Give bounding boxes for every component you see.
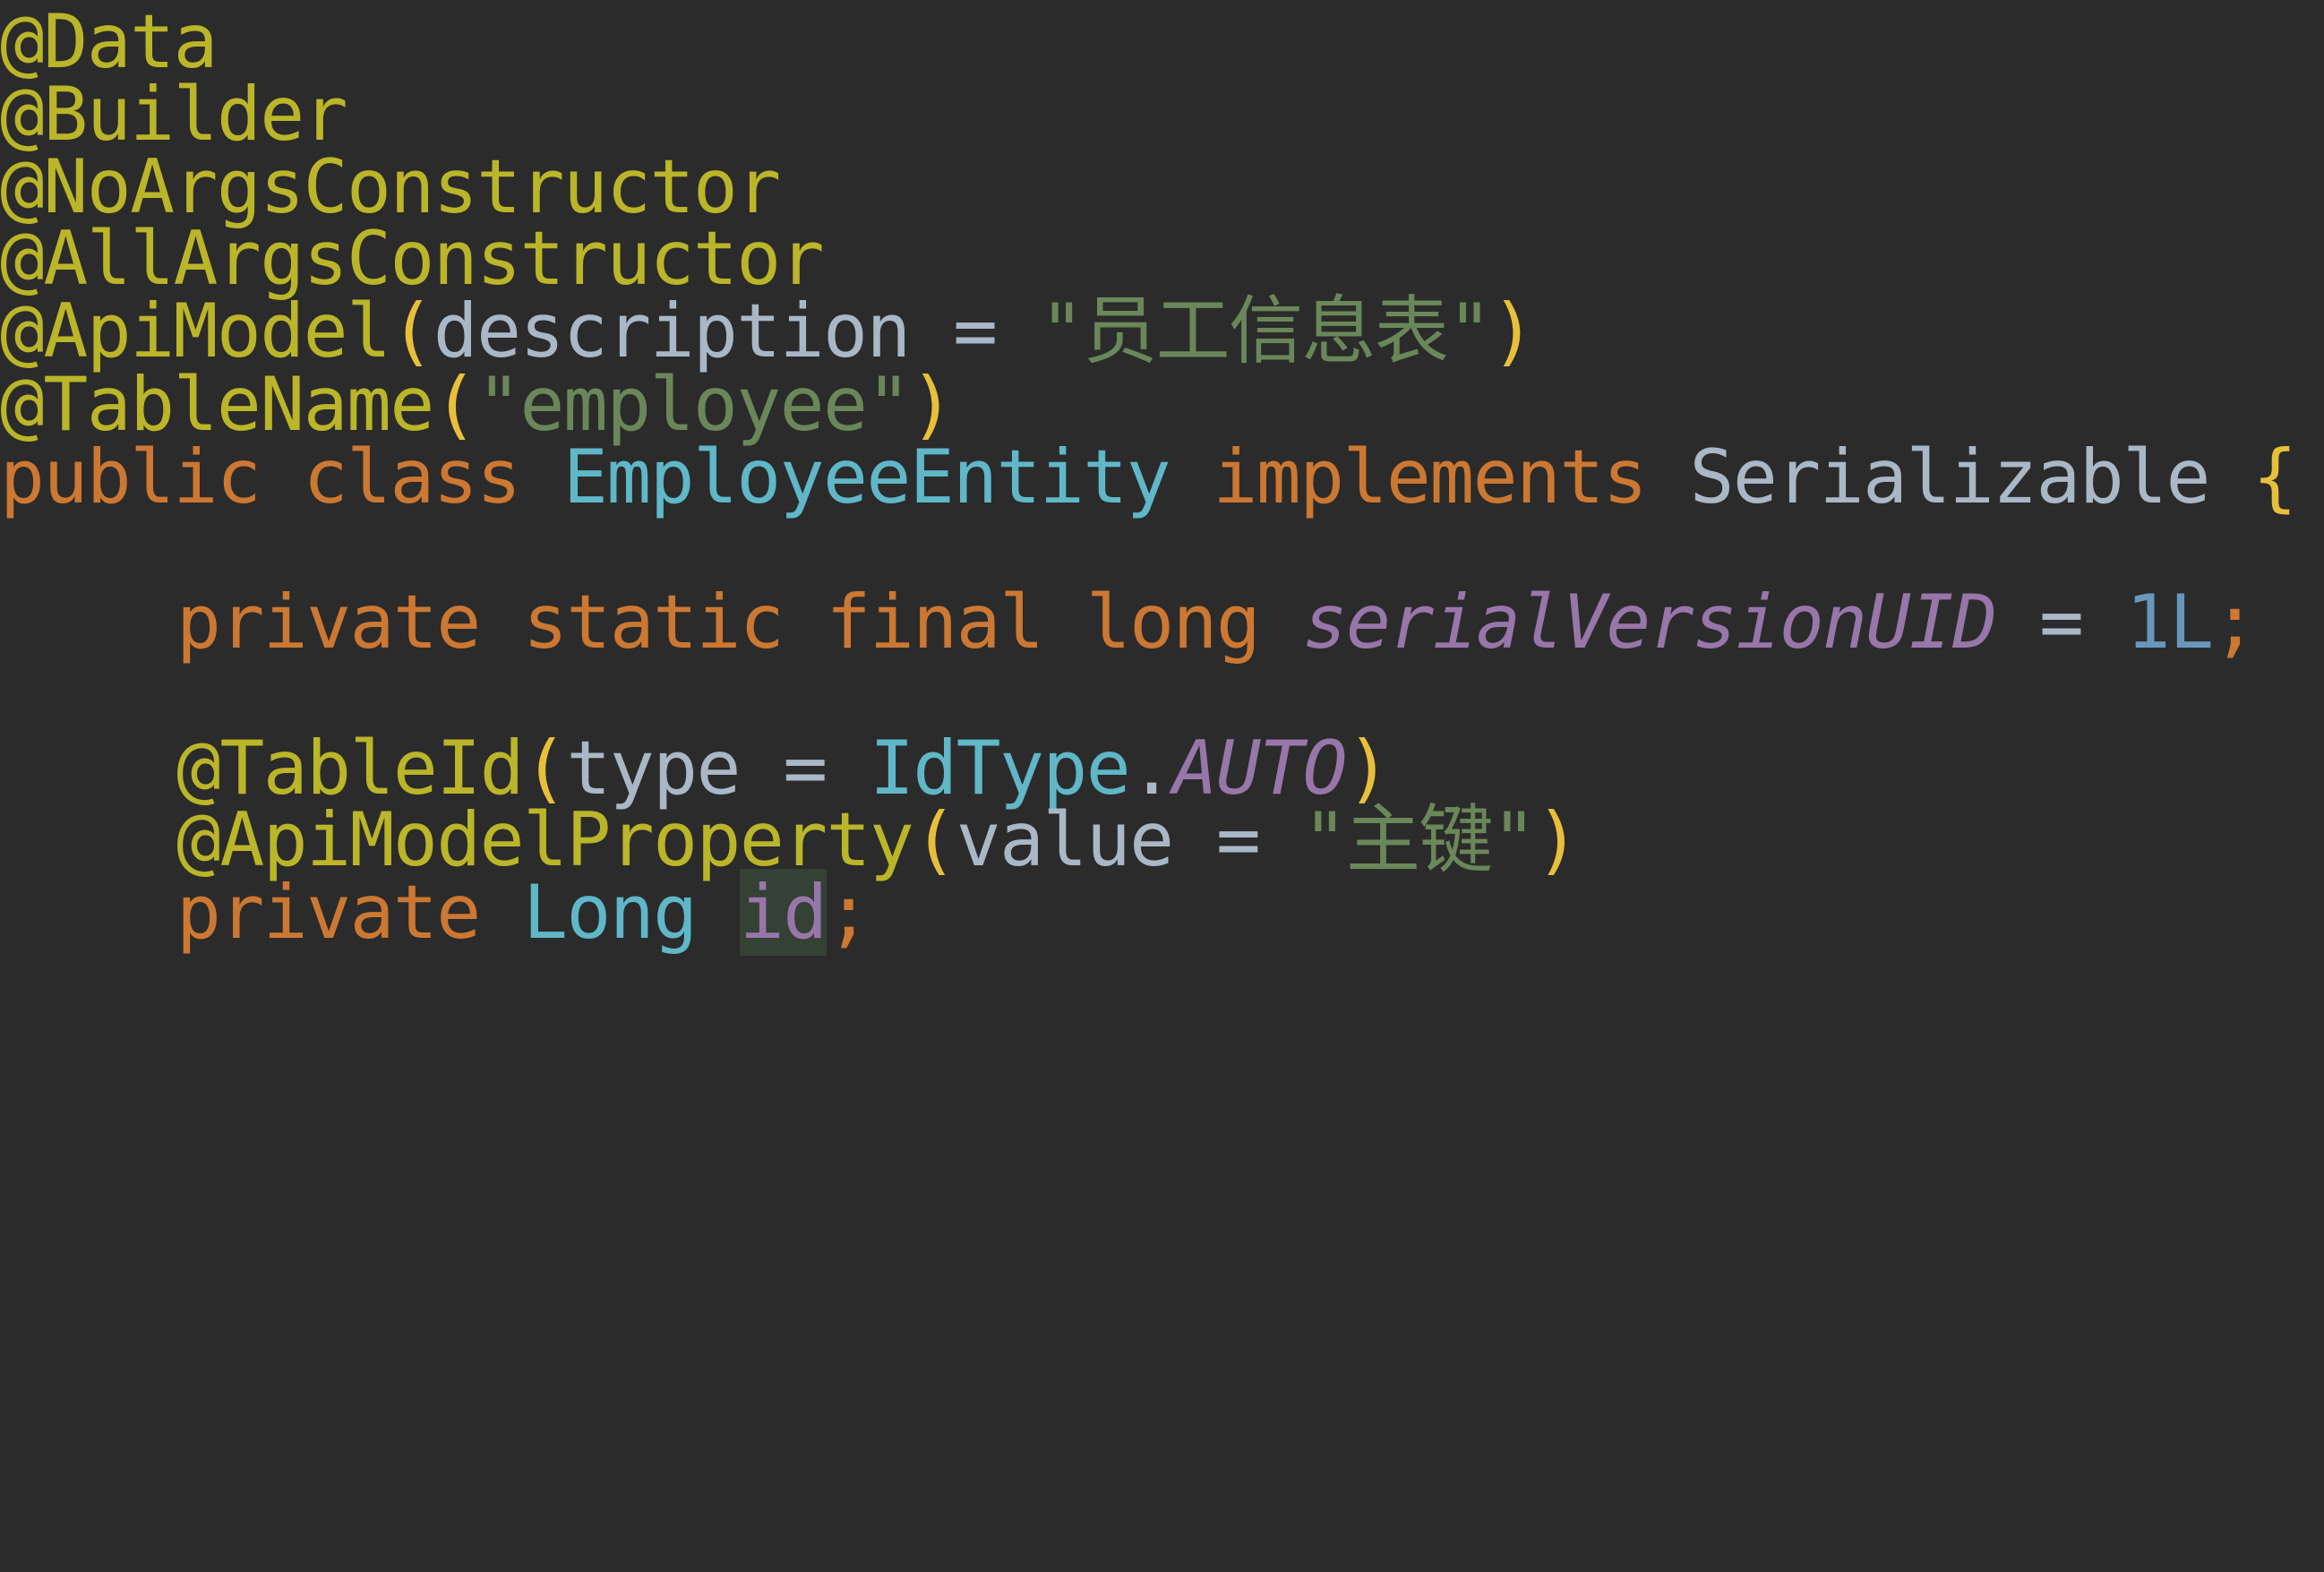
- code-token: Serializable: [1689, 434, 2253, 520]
- code-token: (: [913, 796, 957, 883]
- code-line[interactable]: private static final long serialVersionU…: [0, 562, 2257, 683]
- code-token: public class: [0, 434, 563, 520]
- code-token: private static final long: [176, 579, 1303, 666]
- code-token: serialVersionUID: [1302, 579, 1998, 666]
- code-token: "员工信息表": [1039, 288, 1492, 374]
- code-line[interactable]: public class EmployeeEntity implements S…: [0, 417, 2297, 537]
- code-token: EmployeeEntity: [562, 434, 1213, 520]
- code-token: ): [1535, 796, 1580, 883]
- code-token: {: [2252, 434, 2297, 520]
- code-token: "主键": [1302, 796, 1537, 883]
- code-token: value =: [956, 796, 1303, 883]
- code-token: ;: [826, 869, 871, 956]
- code-token: ): [1490, 288, 1536, 374]
- code-token: Long: [522, 869, 740, 956]
- code-token: private: [176, 869, 523, 956]
- code-editor[interactable]: @Data @Builder @NoArgsConstructor @AllArgsC…: [0, 0, 2324, 1572]
- code-line[interactable]: private Long id;: [0, 852, 871, 973]
- code-token: implements: [1213, 434, 1690, 520]
- code-token: 1L: [2125, 579, 2214, 666]
- code-token: =: [1995, 579, 2126, 666]
- code-token: ;: [2212, 579, 2257, 666]
- code-token: id: [739, 869, 828, 956]
